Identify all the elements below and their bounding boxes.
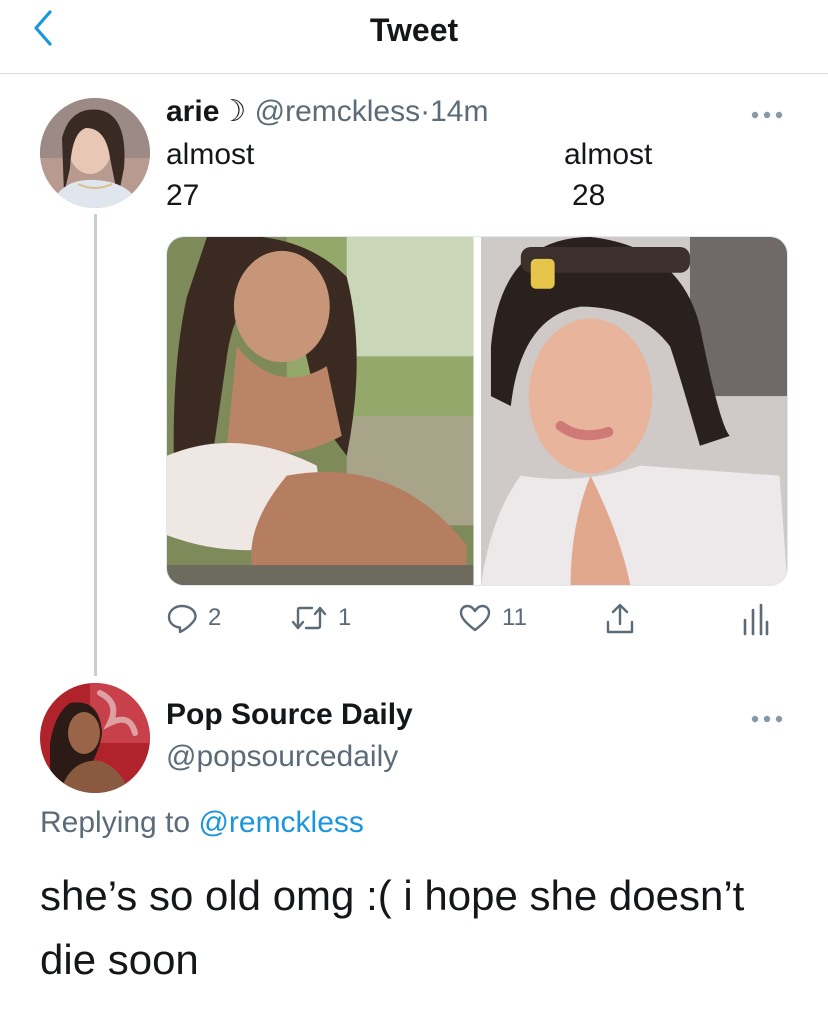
replying-to-label: Replying to (40, 806, 191, 839)
photo-left[interactable] (167, 237, 474, 585)
separator-dot: · (420, 95, 431, 128)
more-options-button[interactable] (750, 712, 784, 724)
analytics-icon (743, 603, 769, 636)
author-handle[interactable]: @remckless (255, 95, 420, 128)
replying-to-line: Replying to @remckless (40, 806, 364, 840)
share-icon (606, 603, 634, 634)
tweet-text-right-line2: 28 (572, 179, 606, 212)
author-name[interactable]: Pop Source Daily (166, 698, 413, 732)
tweet-text-right-line1: almost (564, 138, 653, 171)
avatar[interactable] (40, 683, 150, 793)
reply-button[interactable]: 2 (166, 602, 221, 634)
like-count: 11 (502, 604, 527, 631)
like-button[interactable]: 11 (458, 602, 527, 634)
tweet-timestamp[interactable]: 14m (430, 95, 488, 128)
tweet-header: arie☽ @remckless·14m (166, 94, 488, 129)
share-button[interactable] (604, 602, 636, 636)
reply-icon (167, 604, 197, 634)
avatar[interactable] (40, 98, 150, 208)
page-title: Tweet (369, 12, 459, 48)
tweet-text-left-line1: almost (166, 138, 255, 171)
reply-tweet-text: she’s so old omg :( i hope she doesn’t d… (40, 872, 745, 983)
retweet-button[interactable]: 1 (290, 602, 351, 634)
analytics-button[interactable] (740, 602, 770, 636)
photo-right[interactable] (480, 237, 787, 585)
thread-connector-line (94, 214, 97, 676)
top-nav-bar: Tweet (0, 0, 828, 74)
retweet-count: 1 (338, 604, 352, 631)
reply-count: 2 (208, 604, 222, 631)
more-options-button[interactable] (750, 108, 784, 120)
author-name[interactable]: arie☽ (166, 95, 246, 128)
heart-icon (459, 604, 491, 632)
retweet-icon (291, 606, 327, 630)
more-dots-icon (751, 715, 783, 723)
tweet-media-grid (166, 236, 788, 586)
more-dots-icon (751, 111, 783, 119)
tweet-text-left-line2: 27 (166, 179, 200, 212)
replying-to-link[interactable]: @remckless (198, 806, 363, 839)
author-handle[interactable]: @popsourcedaily (166, 740, 398, 774)
